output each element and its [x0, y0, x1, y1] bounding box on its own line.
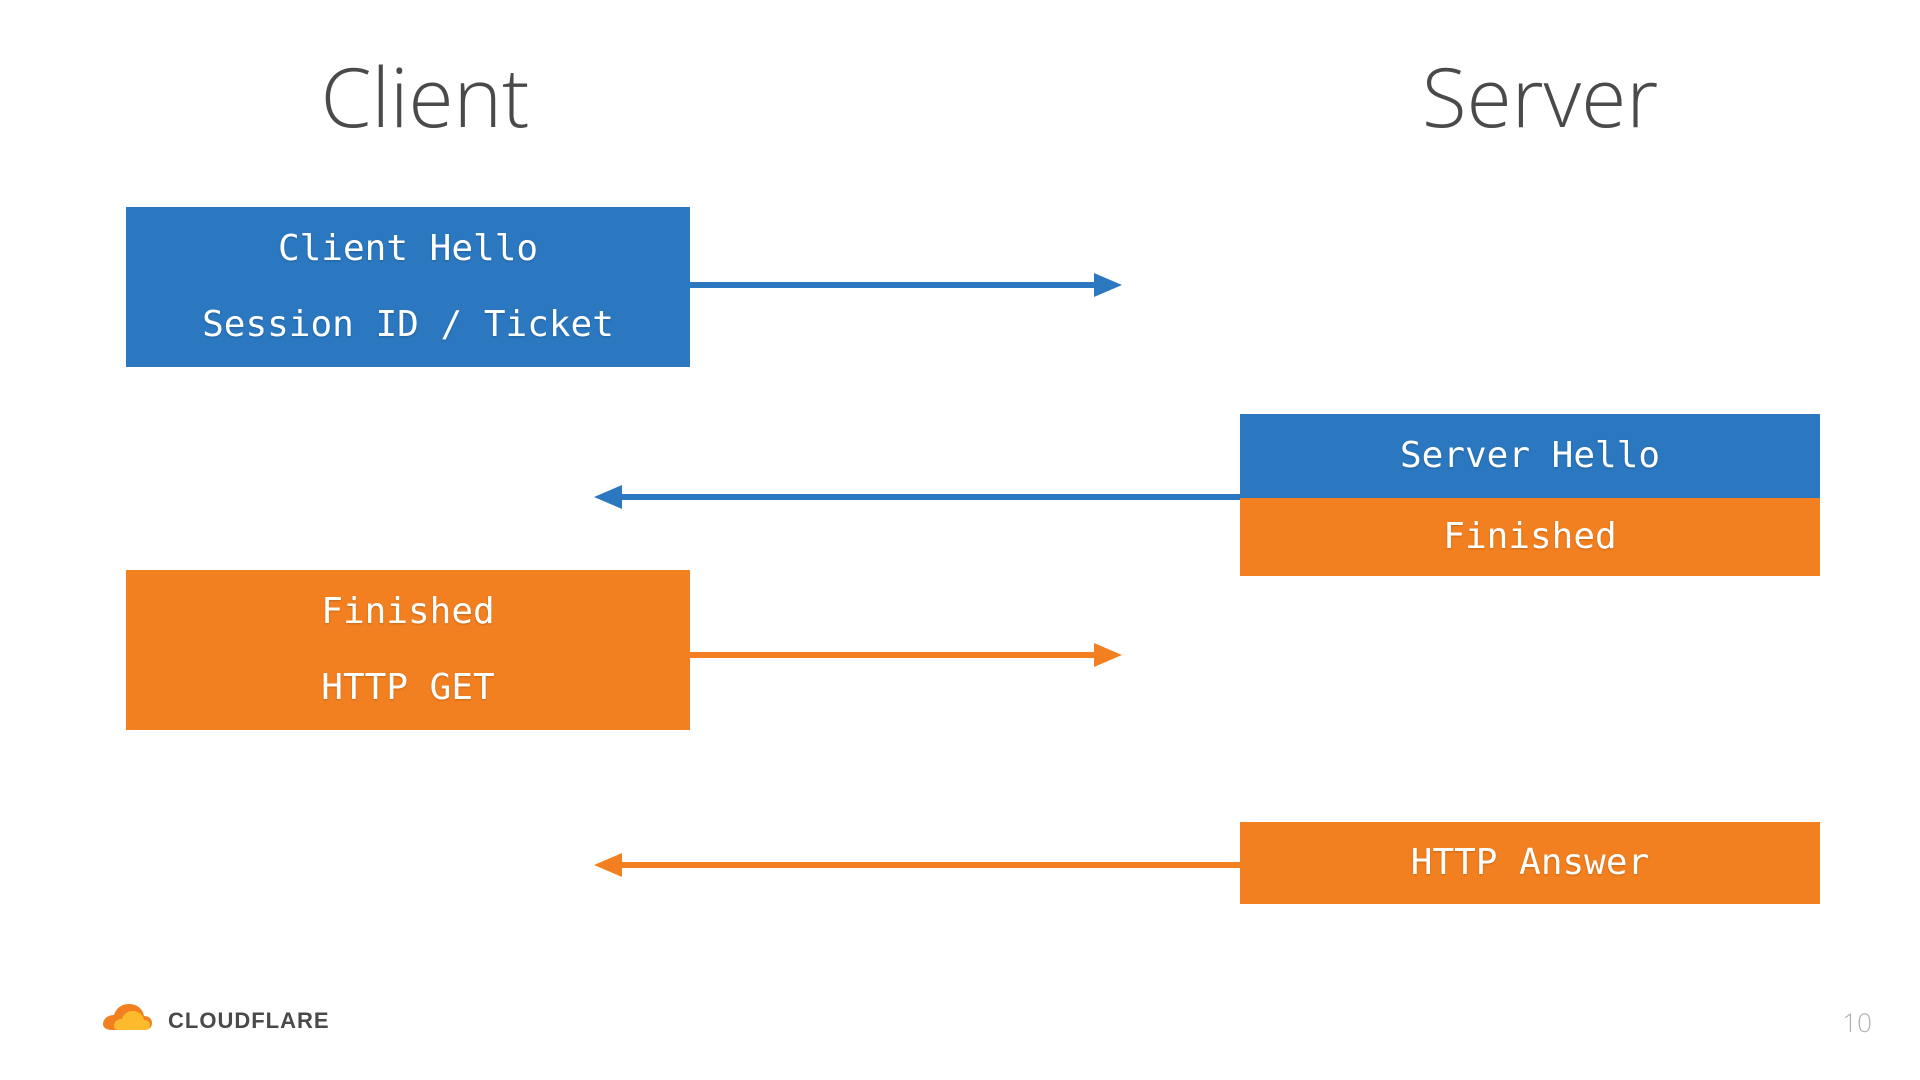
client-finished-line2: HTTP GET: [321, 650, 494, 726]
client-hello-line1: Client Hello: [278, 211, 538, 287]
client-finished-box: Finished HTTP GET: [126, 570, 690, 730]
client-hello-line2: Session ID / Ticket: [202, 287, 614, 363]
cloudflare-logo: CLOUDFLARE: [100, 1002, 330, 1040]
arrow-client-hello: [690, 270, 1122, 300]
client-heading: Client: [225, 40, 625, 152]
client-hello-box: Client Hello Session ID / Ticket: [126, 207, 690, 367]
server-hello-line: Server Hello: [1400, 418, 1660, 494]
server-hello-box: Server Hello: [1240, 414, 1820, 498]
arrow-http-answer: [594, 850, 1240, 880]
cloud-icon: [100, 1002, 158, 1040]
arrow-server-hello: [594, 482, 1240, 512]
server-finished-box: Finished: [1240, 498, 1820, 576]
page-number: 10: [1842, 1004, 1872, 1040]
arrow-client-finished: [690, 640, 1122, 670]
http-answer-line: HTTP Answer: [1411, 825, 1649, 901]
cloudflare-logo-text: CLOUDFLARE: [168, 1008, 330, 1034]
client-finished-line1: Finished: [321, 574, 494, 650]
server-heading: Server: [1340, 40, 1740, 152]
http-answer-box: HTTP Answer: [1240, 822, 1820, 904]
server-finished-line: Finished: [1443, 499, 1616, 575]
